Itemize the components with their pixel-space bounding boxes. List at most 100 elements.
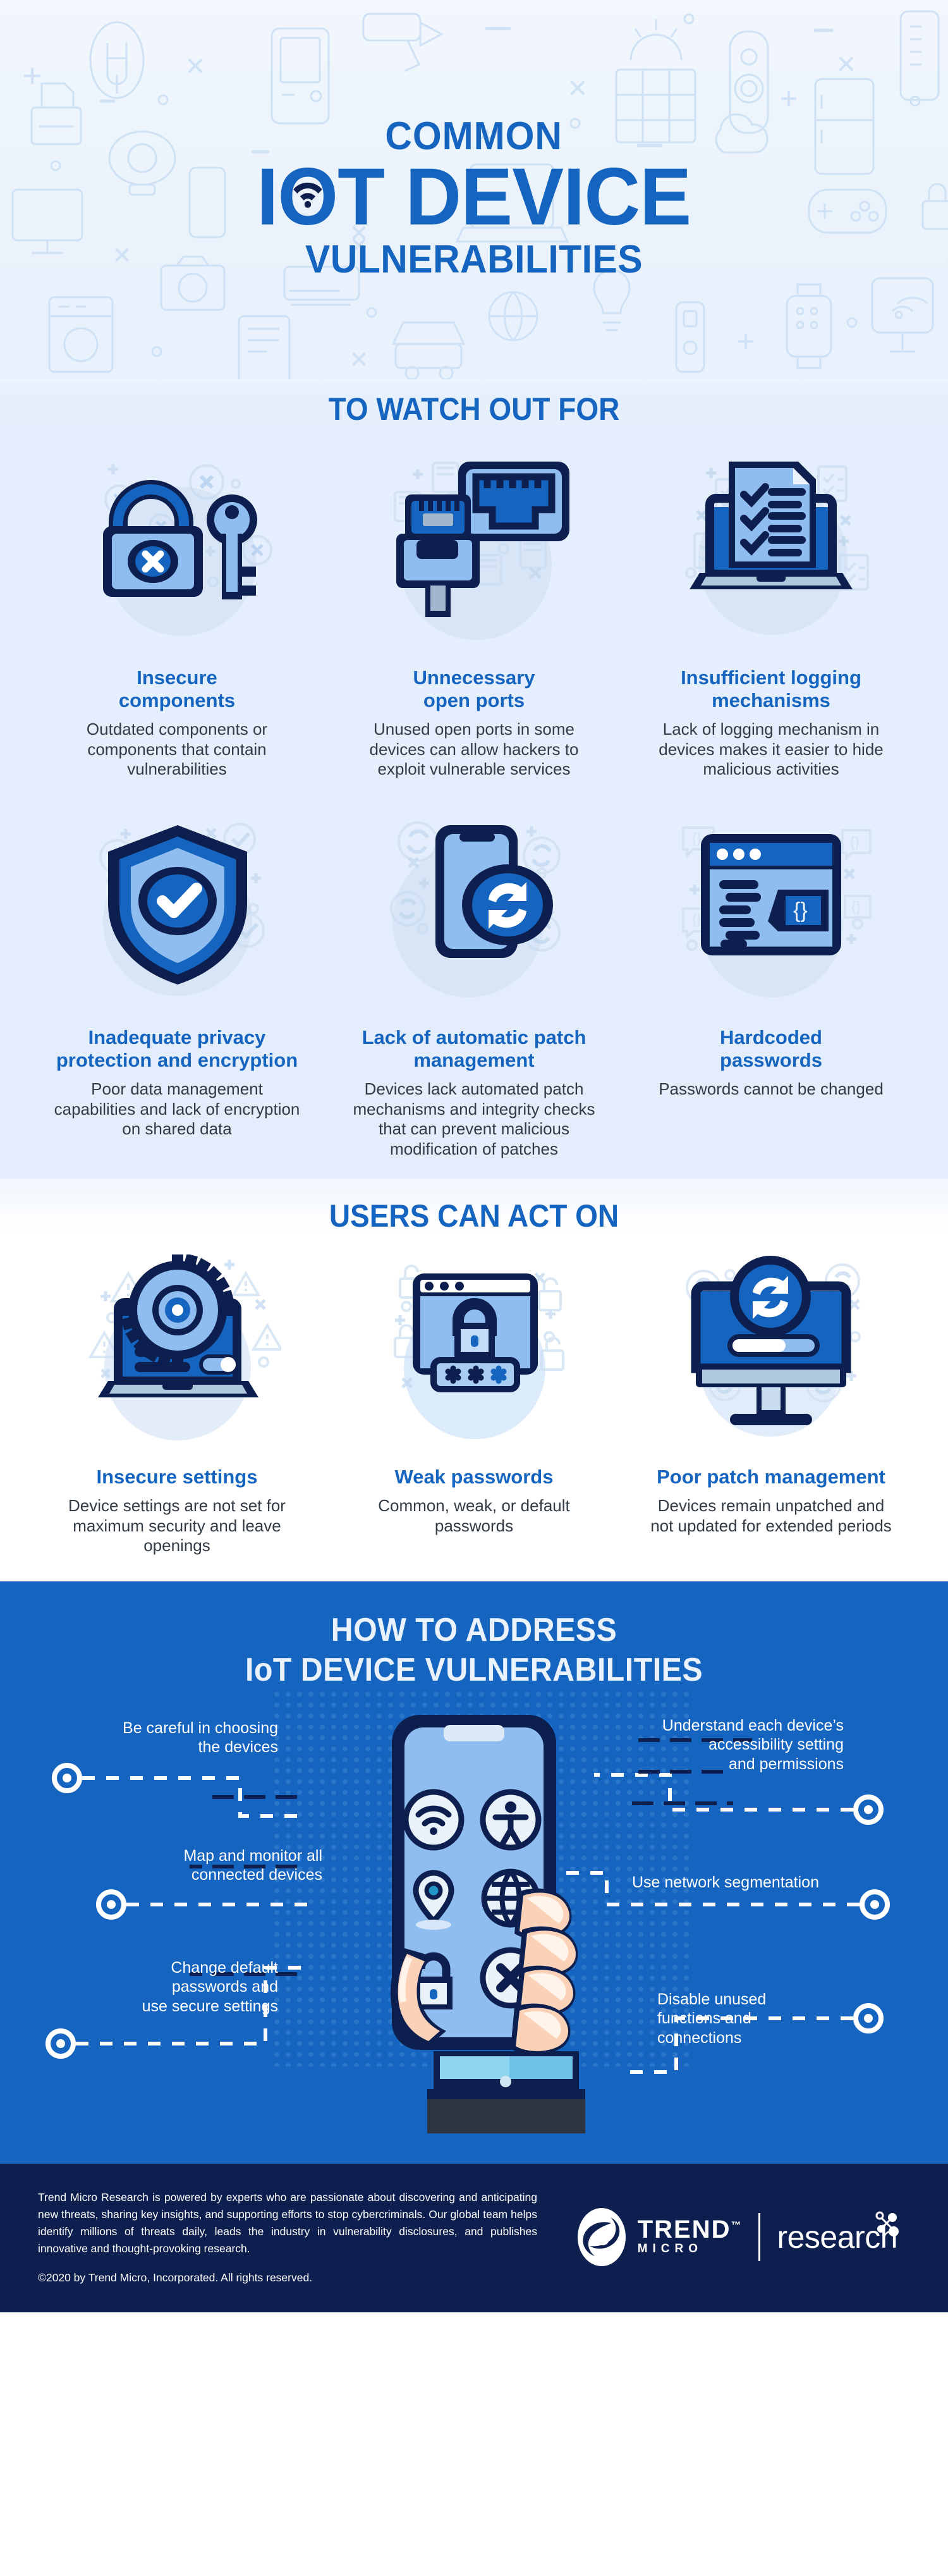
monitor-update-progress-icon	[667, 1254, 875, 1463]
svg-text:{}: {}	[692, 911, 702, 927]
callout-text-line1: Be careful in choosing	[123, 1719, 278, 1737]
vulnerability-grid-row-2: Insecure settings Device settings are no…	[32, 1253, 916, 1556]
callout-text-line1: Understand each device’s	[662, 1716, 844, 1734]
callout-text-line2: the devices	[198, 1738, 278, 1757]
vulnerability-card: Insecure components Outdated components …	[32, 455, 322, 780]
card-title-line1: Insecure	[137, 666, 217, 689]
how-to-address-heading-line2: IoT DEVICE VULNERABILITIES	[245, 1652, 703, 1689]
callout-text-line2: passwords and	[171, 1978, 278, 1996]
card-title-line1: Inadequate privacy	[88, 1026, 266, 1049]
vulnerability-card: Inadequate privacy protection and encryp…	[32, 815, 322, 1160]
brand-subname: MICRO	[637, 2242, 703, 2255]
svg-text:{}: {}	[793, 899, 808, 923]
shield-check-icon	[73, 815, 281, 1024]
trend-micro-logo: TREND™ MICRO	[574, 2207, 743, 2267]
card-description: Unused open ports in some devices can al…	[369, 719, 579, 779]
brand-trademark: ™	[731, 2221, 743, 2232]
how-to-address-heading: HOW TO ADDRESS IoT DEVICE VULNERABILITIE…	[33, 1610, 915, 1691]
accessibility-icon	[480, 1789, 542, 1851]
vulnerability-card: Insufficient logging mechanisms Lack of …	[626, 455, 916, 780]
card-title-line2: components	[118, 689, 236, 711]
footer-paragraph: Trend Micro Research is powered by exper…	[38, 2190, 537, 2255]
hero-kicker: COMMON	[385, 114, 563, 158]
how-to-address-heading-line1: HOW TO ADDRESS	[331, 1611, 617, 1648]
code-browser-window-icon: {} {} {} {} {}	[667, 815, 875, 1024]
trend-micro-wordmark: TREND™ MICRO	[638, 2217, 743, 2255]
footer: Trend Micro Research is powered by exper…	[0, 2163, 948, 2313]
footer-text-block: Trend Micro Research is powered by exper…	[38, 2189, 537, 2285]
card-title-line1: Insufficient logging	[681, 666, 861, 689]
callout-right-1: Understand each device’s accessibility s…	[616, 1716, 844, 1774]
vulnerability-grid-row-1: Insecure components Outdated components …	[32, 455, 916, 1160]
brand-logos: TREND™ MICRO research	[574, 2207, 910, 2267]
card-title-line1: Hardcoded	[720, 1026, 822, 1049]
infographic-page: COMMON IO T DEVICE VULNERABILITIES TO WA…	[0, 0, 948, 2313]
callout-text-line1: Change default	[171, 1958, 278, 1977]
users-act-items-band: Insecure settings Device settings are no…	[0, 1237, 948, 1581]
hero-section: COMMON IO T DEVICE VULNERABILITIES	[0, 0, 948, 379]
card-description: Passwords cannot be changed	[659, 1079, 884, 1098]
card-title-line2: management	[413, 1049, 535, 1072]
card-title-line2: open ports	[423, 689, 525, 711]
hand-holding-phone-illustration	[390, 1714, 585, 2133]
svg-text:{}: {}	[851, 899, 861, 914]
callout-right-3: Disable unused functions and connections	[657, 1990, 847, 2048]
card-description: Poor data management capabilities and la…	[54, 1079, 300, 1139]
card-title: Inadequate privacy protection and encryp…	[56, 1026, 298, 1072]
vulnerability-card: Insecure settings Device settings are no…	[32, 1253, 322, 1556]
card-description: Devices remain unpatched and not updated…	[650, 1495, 892, 1535]
trend-micro-swirl-icon	[577, 2207, 626, 2266]
card-title: Poor patch management	[657, 1465, 885, 1488]
card-title: Insufficient logging mechanisms	[681, 666, 861, 712]
callout-right-2: Use network segmentation	[632, 1873, 847, 1892]
research-logo: research	[777, 2211, 899, 2255]
laptop-checklist-document-icon	[667, 455, 875, 664]
phone-callout-diagram: Be careful in choosing the devices Map a…	[0, 1702, 948, 2145]
vulnerability-card: Lack of automatic patch management Devic…	[329, 815, 619, 1160]
card-description: Device settings are not set for maximum …	[68, 1495, 286, 1555]
card-description: Outdated components or components that c…	[86, 719, 268, 779]
hero-title-o-with-wifi: O	[278, 156, 339, 239]
wifi-icon	[403, 1789, 465, 1851]
card-description: Lack of logging mechanism in devices mak…	[659, 719, 884, 779]
hero-title-part2: T DEVICE	[337, 151, 691, 242]
callout-text-line2: connected devices	[191, 1866, 322, 1884]
card-title-line1: Unnecessary	[413, 666, 535, 689]
users-act-heading-band: USERS CAN ACT ON	[0, 1178, 948, 1238]
vulnerability-card: {} {} {} {} {} Hardcoded passwords Passw…	[626, 815, 916, 1160]
svg-text:{}: {}	[850, 834, 860, 850]
laptop-gear-settings-icon	[73, 1253, 284, 1463]
card-title: Unnecessary open ports	[413, 666, 535, 712]
hero-title-part1: I	[257, 151, 279, 242]
callout-text-line1: Map and monitor all	[183, 1846, 322, 1865]
card-description: Devices lack automated patch mechanisms …	[353, 1079, 595, 1159]
section-heading-watch-out: TO WATCH OUT FOR	[328, 391, 620, 427]
location-pin-icon	[413, 1870, 454, 1930]
watch-out-heading-band: TO WATCH OUT FOR	[0, 379, 948, 434]
brand-name: TREND	[637, 2216, 731, 2244]
callout-left-1: Be careful in choosing the devices	[95, 1719, 278, 1757]
smartphone-sync-icon	[370, 815, 578, 1024]
callout-left-3: Change default passwords and use secure …	[70, 1958, 278, 2016]
card-title-line2: protection and encryption	[56, 1049, 298, 1072]
card-description: Common, weak, or default passwords	[378, 1495, 570, 1535]
card-title: Weak passwords	[394, 1465, 554, 1488]
logo-divider	[758, 2212, 761, 2261]
callout-text-line2: accessibility setting	[708, 1736, 844, 1754]
vulnerability-card: Unnecessary open ports Unused open ports…	[329, 455, 619, 780]
section-heading-users-act-on: USERS CAN ACT ON	[329, 1198, 619, 1234]
callout-left-2: Map and monitor all connected devices	[133, 1846, 322, 1885]
footer-copyright: ©2020 by Trend Micro, Incorporated. All …	[38, 2271, 313, 2285]
callout-text-line1: Disable unused	[657, 1990, 767, 2008]
open-padlock-and-key-icon	[73, 455, 281, 664]
ethernet-port-plug-icon	[370, 455, 578, 664]
callout-text-line2: functions and	[657, 2009, 751, 2028]
callout-text-line3: connections	[657, 2028, 742, 2047]
card-title: Hardcoded passwords	[720, 1026, 822, 1072]
browser-padlock-password-icon	[370, 1254, 578, 1463]
callout-text-line3: and permissions	[728, 1755, 844, 1773]
hero-subtitle: VULNERABILITIES	[305, 238, 643, 282]
callout-text-line1: Use network segmentation	[632, 1873, 819, 1891]
vulnerability-card: Weak passwords Common, weak, or default …	[329, 1254, 619, 1556]
card-title-line2: passwords	[720, 1049, 822, 1072]
